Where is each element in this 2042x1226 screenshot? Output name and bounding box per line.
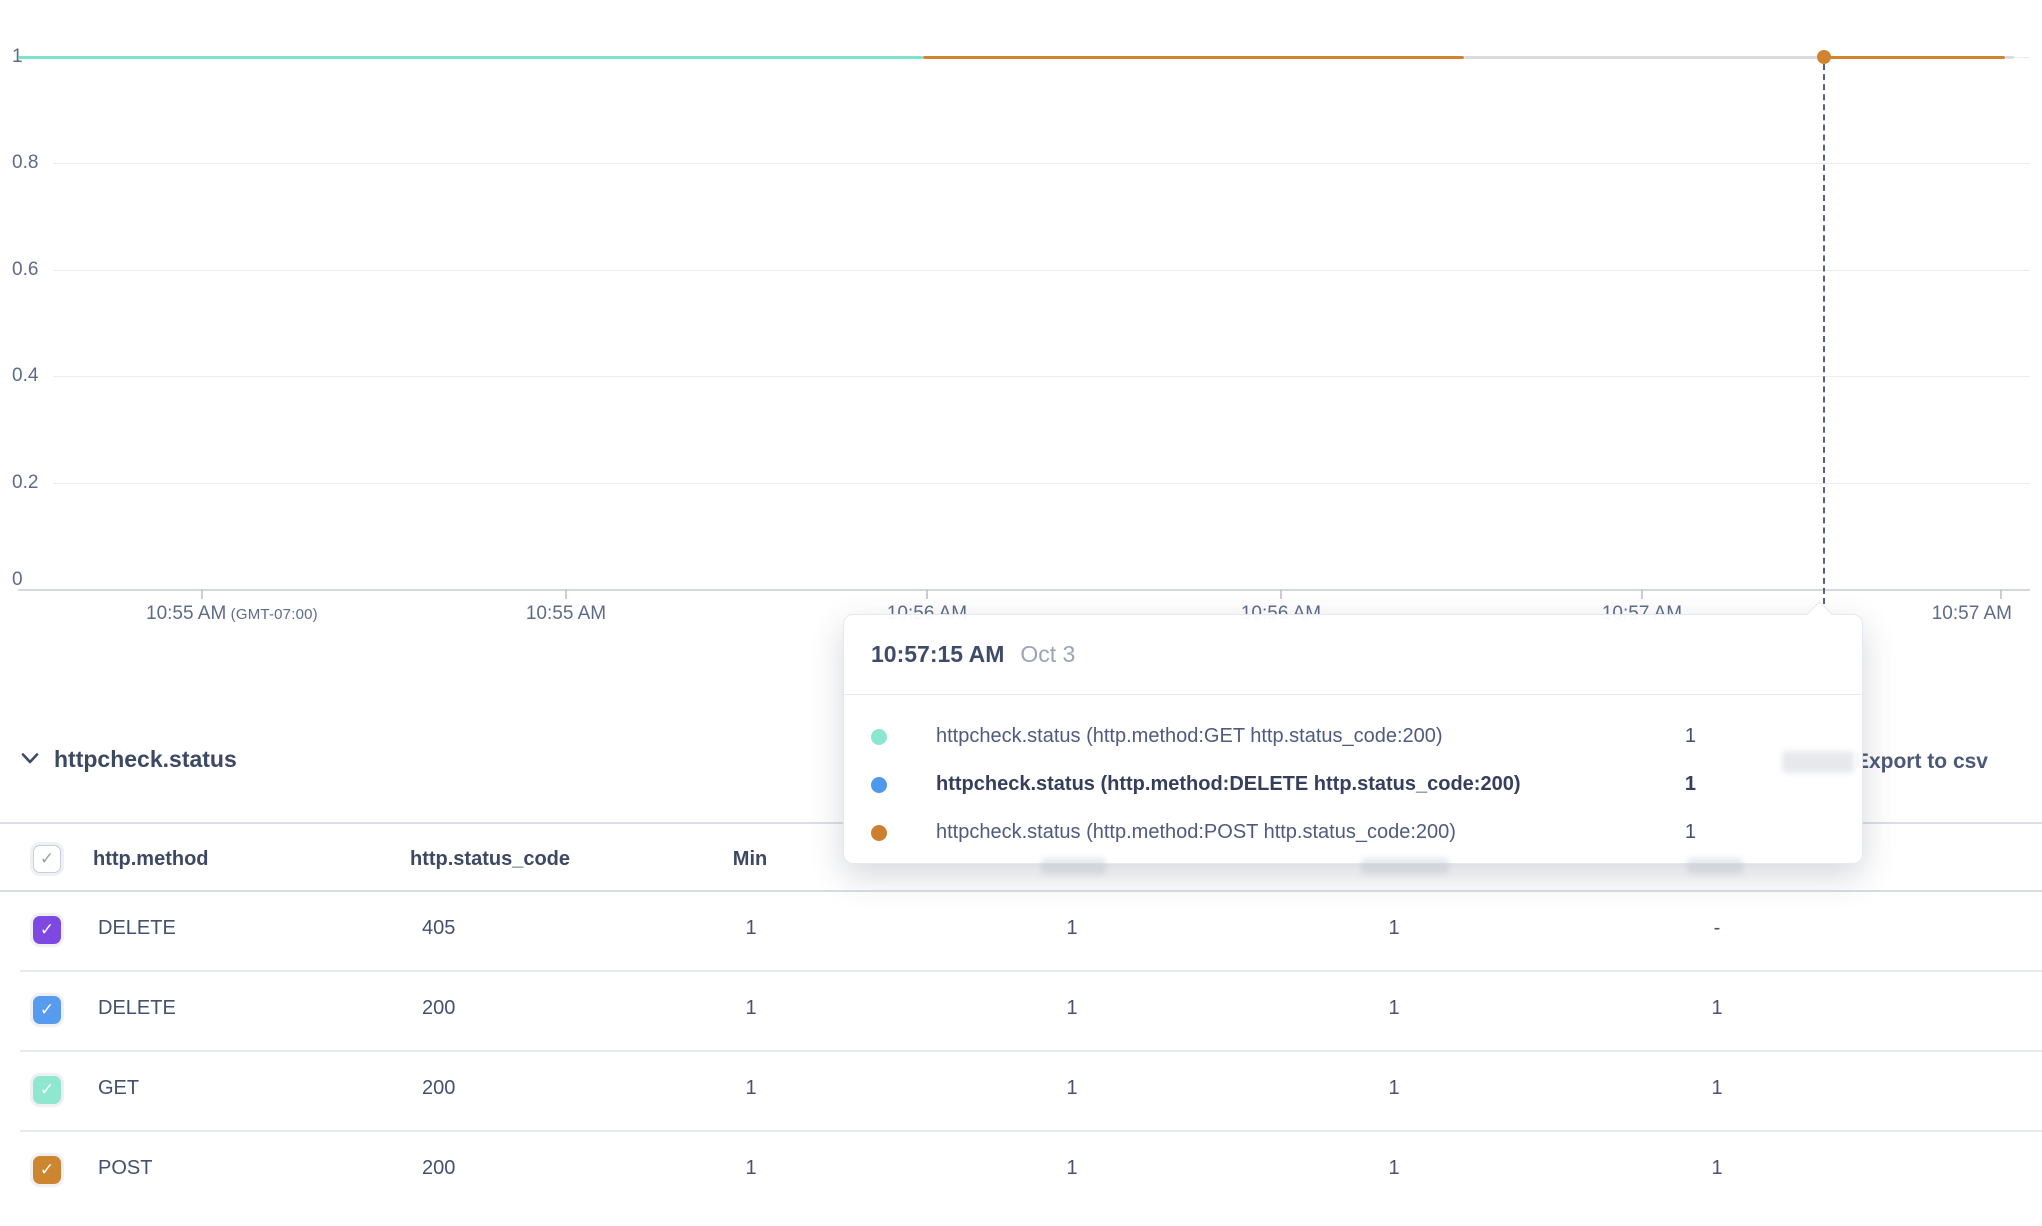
line-segment-get <box>18 56 923 59</box>
hover-point-marker <box>1817 50 1831 64</box>
tooltip-timestamp: 10:57:15 AM <box>871 641 1004 667</box>
cell-status-code: 200 <box>422 1157 455 1180</box>
export-to-csv-button[interactable]: Export to csv <box>1855 750 1988 774</box>
x-axis-tick <box>1641 589 1643 599</box>
cell-status-code: 405 <box>422 917 455 940</box>
line-segment-gap <box>1464 56 1818 59</box>
gridline <box>53 376 2030 377</box>
tooltip-date: Oct 3 <box>1020 641 1075 667</box>
y-axis-label: 0.2 <box>12 473 38 493</box>
series-dot-delete <box>871 777 887 793</box>
column-header-method[interactable]: http.method <box>93 848 209 871</box>
series-checkbox[interactable]: ✓ <box>33 1076 61 1104</box>
tooltip-series-value: 1 <box>1685 725 1696 748</box>
obscured-content-smudge <box>1782 751 1854 773</box>
chevron-down-icon[interactable] <box>20 751 40 771</box>
line-segment-gap <box>2005 56 2014 59</box>
tooltip-series-label: httpcheck.status (http.method:GET http.s… <box>936 725 1443 748</box>
tooltip-divider <box>844 694 1862 695</box>
cell-method: GET <box>98 1077 139 1100</box>
gridline <box>53 270 2030 271</box>
line-segment-post <box>1830 56 2005 59</box>
cell-value: 1 <box>1388 997 1399 1020</box>
tooltip-series-row: httpcheck.status (http.method:POST http.… <box>844 821 1862 845</box>
tooltip-series-value: 1 <box>1685 821 1696 844</box>
tooltip-series-label: httpcheck.status (http.method:POST http.… <box>936 821 1456 844</box>
cell-value: - <box>1714 917 1721 940</box>
cell-value: 1 <box>1711 1077 1722 1100</box>
x-axis-tick <box>201 589 203 599</box>
x-axis-label: 10:55 AM <box>526 603 606 625</box>
tooltip-series-label: httpcheck.status (http.method:DELETE htt… <box>936 773 1521 796</box>
y-axis-label: 0.8 <box>12 153 38 173</box>
x-axis-label: 10:57 AM <box>1932 603 2012 625</box>
cell-value: 1 <box>1066 917 1077 940</box>
table-row[interactable]: ✓ DELETE 405 1 1 1 - <box>0 890 2042 970</box>
series-dot-post <box>871 825 887 841</box>
column-header-status-code[interactable]: http.status_code <box>410 848 570 871</box>
x-axis-label: 10:55 AM (GMT-07:00) <box>146 603 318 625</box>
cell-value: 1 <box>1388 1157 1399 1180</box>
x-axis-tick <box>565 589 567 599</box>
series-dot-get <box>871 729 887 745</box>
column-header-min[interactable]: Min <box>733 848 767 871</box>
cell-min: 1 <box>745 917 756 940</box>
cell-value: 1 <box>1711 1157 1722 1180</box>
cell-method: DELETE <box>98 997 176 1020</box>
cell-min: 1 <box>745 1157 756 1180</box>
tooltip-series-row-highlighted: httpcheck.status (http.method:DELETE htt… <box>844 773 1862 797</box>
y-axis-label: 0.6 <box>12 260 38 280</box>
x-axis-line <box>18 589 2030 591</box>
table-row[interactable]: ✓ GET 200 1 1 1 1 <box>0 1050 2042 1130</box>
line-segment-post <box>923 56 1464 59</box>
cell-status-code: 200 <box>422 1077 455 1100</box>
tooltip-series-row: httpcheck.status (http.method:GET http.s… <box>844 725 1862 749</box>
gridline <box>53 483 2030 484</box>
obscured-content-smudge <box>1687 858 1743 875</box>
cell-method: DELETE <box>98 917 176 940</box>
cell-value: 1 <box>1388 917 1399 940</box>
cell-min: 1 <box>745 997 756 1020</box>
y-axis-label: 0 <box>12 570 23 590</box>
timeseries-chart[interactable]: 1 0.8 0.6 0.4 0.2 0 10:55 AM (GMT-07:00) <box>0 0 2042 640</box>
y-axis-label: 0.4 <box>12 366 38 386</box>
table-row[interactable]: ✓ DELETE 200 1 1 1 1 <box>0 970 2042 1050</box>
obscured-content-smudge <box>1041 858 1106 875</box>
tooltip-header: 10:57:15 AM Oct 3 <box>871 641 1075 668</box>
cell-status-code: 200 <box>422 997 455 1020</box>
cell-min: 1 <box>745 1077 756 1100</box>
tooltip-series-value: 1 <box>1685 773 1696 796</box>
metrics-explorer-page: 1 0.8 0.6 0.4 0.2 0 10:55 AM (GMT-07:00) <box>0 0 2042 1226</box>
x-axis-tick <box>926 589 928 599</box>
cell-method: POST <box>98 1157 152 1180</box>
table-row[interactable]: ✓ POST 200 1 1 1 1 <box>0 1130 2042 1210</box>
cell-value: 1 <box>1711 997 1722 1020</box>
series-checkbox[interactable]: ✓ <box>33 1156 61 1184</box>
cell-value: 1 <box>1066 1157 1077 1180</box>
chart-hover-tooltip: 10:57:15 AM Oct 3 httpcheck.status (http.… <box>843 614 1863 864</box>
x-axis-tick <box>1280 589 1282 599</box>
section-title[interactable]: httpcheck.status <box>54 746 237 773</box>
obscured-content-smudge <box>1361 858 1449 875</box>
hover-crosshair-line <box>1823 64 1825 604</box>
gridline <box>53 163 2030 164</box>
series-checkbox[interactable]: ✓ <box>33 996 61 1024</box>
select-all-checkbox[interactable]: ✓ <box>33 845 61 873</box>
x-axis-tick <box>2000 589 2002 599</box>
cell-value: 1 <box>1066 997 1077 1020</box>
cell-value: 1 <box>1388 1077 1399 1100</box>
cell-value: 1 <box>1066 1077 1077 1100</box>
series-checkbox[interactable]: ✓ <box>33 916 61 944</box>
